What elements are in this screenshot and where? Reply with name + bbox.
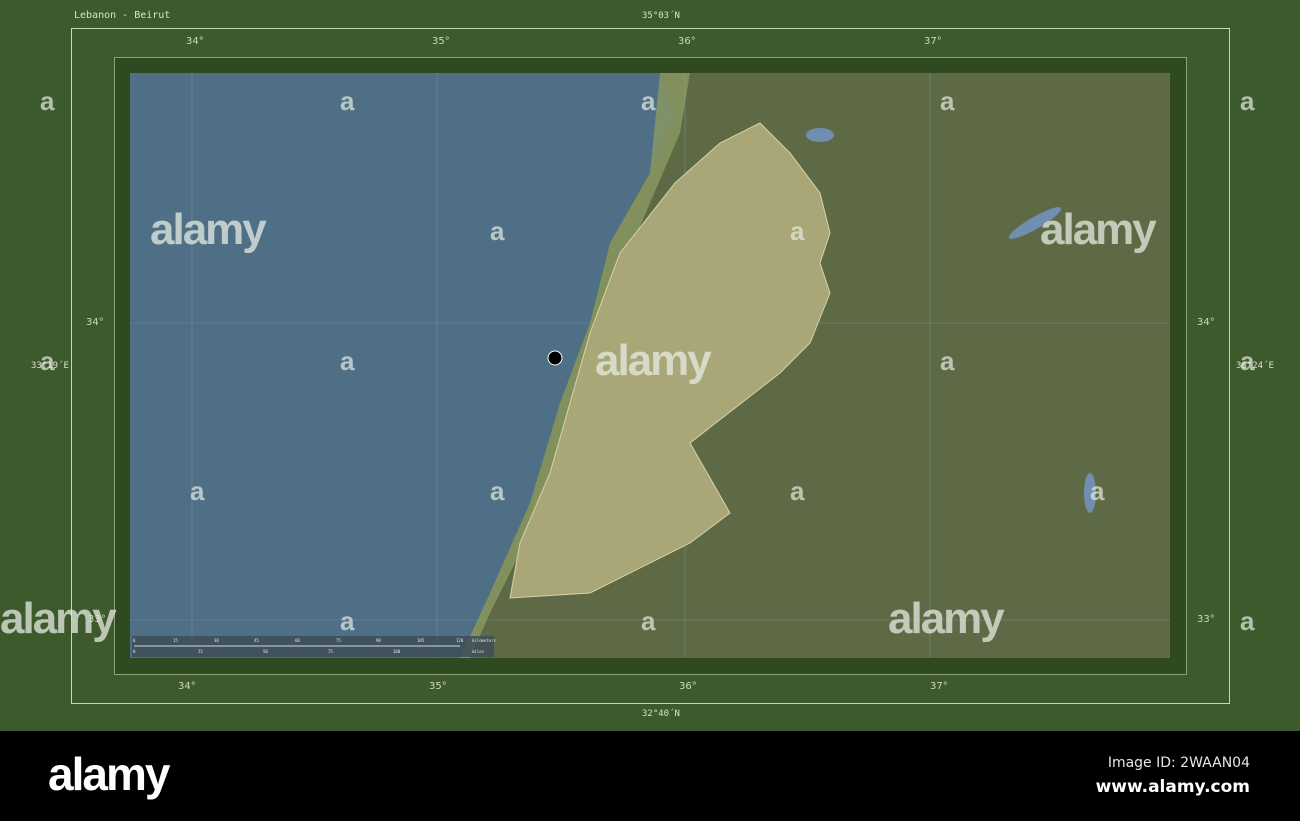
footer-bar: alamy Image ID: 2WAAN04 www.alamy.com [0,731,1300,821]
watermark: alamy [150,205,267,254]
lon-tick-top: 37° [924,36,942,47]
scale-mi-tick: 75 [328,649,333,654]
scale-mi-tick: 100 [393,649,401,654]
scale-km-tick: 0 [133,638,136,643]
watermark-mark: a [1240,606,1255,636]
site-url[interactable]: www.alamy.com [1096,777,1250,797]
watermark-mark: a [790,476,805,506]
lon-tick-bottom: 35° [429,681,447,692]
scale-mi-unit: miles [472,649,485,654]
scale-km-tick: 45 [254,638,259,643]
lon-tick-bottom: 36° [679,681,697,692]
watermark-mark: a [340,606,355,636]
top-lat-label: 35°03´N [642,11,680,21]
image-id: Image ID: 2WAAN04 [1107,755,1250,771]
watermark-mark: a [940,86,955,116]
map-frame: Lebanon - Beirut 35°03´N 32°40´N 33°19´E… [0,0,1300,731]
watermark-mark: a [190,476,205,506]
scale-km-tick: 60 [295,638,300,643]
scale-mi-tick: 50 [263,649,268,654]
lon-tick-bottom: 37° [930,681,948,692]
watermark: alamy [888,594,1005,643]
watermark: alamy [595,336,712,385]
lat-tick-right: 33° [1197,614,1215,625]
watermark: alamy [1040,205,1157,254]
lake [806,128,834,142]
lon-tick-bottom: 34° [178,681,196,692]
scale-km-tick: 30 [214,638,219,643]
lon-tick-top: 36° [678,36,696,47]
scale-km-tick: 120 [456,638,464,643]
watermark-mark: a [490,476,505,506]
lon-tick-top: 34° [186,36,204,47]
lon-tick-top: 35° [432,36,450,47]
map-title: Lebanon - Beirut [74,10,171,21]
scale-km-tick: 75 [336,638,341,643]
scale-km-tick: 90 [376,638,381,643]
scale-km-tick: 15 [173,638,178,643]
scale-mi-tick: 0 [133,649,136,654]
beirut-marker[interactable] [547,350,563,366]
alamy-logo: alamy [48,748,170,800]
watermark-mark: a [40,346,55,376]
watermark-mark: a [490,216,505,246]
watermark-mark: a [1240,86,1255,116]
watermark-mark: a [940,346,955,376]
watermark-mark: a [40,86,55,116]
lat-tick-left: 34° [86,317,104,328]
watermark-mark: a [641,86,656,116]
scale-km-unit: kilometers [472,638,497,643]
scale-mi-tick: 25 [198,649,203,654]
watermark: alamy [0,594,117,643]
scale-bar-labels: 0 15 30 45 60 75 90 105 120 kilometers 0… [130,636,500,658]
watermark-mark: a [340,346,355,376]
lat-tick-right: 34° [1197,317,1215,328]
scale-km-tick: 105 [417,638,425,643]
watermark-mark: a [641,606,656,636]
watermark-mark: a [790,216,805,246]
bottom-lat-label: 32°40´N [642,709,680,719]
watermark-mark: a [340,86,355,116]
watermark-mark: a [1240,346,1255,376]
watermark-mark: a [1090,476,1105,506]
